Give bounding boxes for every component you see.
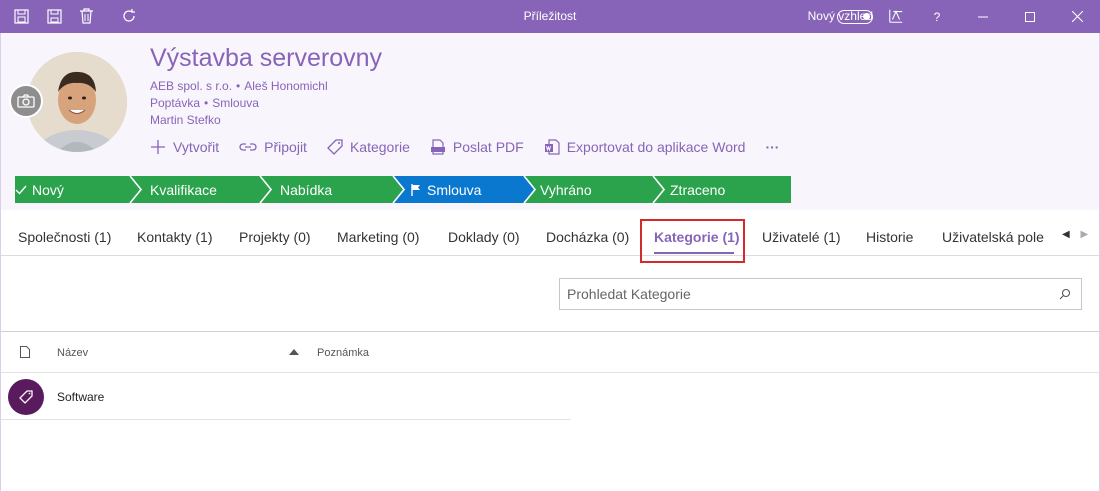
stage-won[interactable]: Vyhráno	[540, 176, 592, 203]
stage-lost[interactable]: Ztraceno	[670, 176, 725, 203]
export-word-label: Exportovat do aplikace Word	[566, 139, 746, 155]
category-label: Kategorie	[349, 139, 410, 155]
column-header-note[interactable]: Poznámka	[317, 347, 369, 359]
record-company-line: AEB spol. s r.o. • Aleš Honomichl	[150, 79, 328, 93]
tab-user-fields[interactable]: Uživatelská pole	[942, 229, 1044, 245]
change-photo-button[interactable]	[9, 84, 43, 118]
table-row[interactable]: Software	[0, 373, 571, 420]
tab-marketing[interactable]: Marketing (0)	[337, 229, 419, 245]
sort-ascending-icon[interactable]	[289, 349, 299, 355]
stage-label: Nabídka	[280, 181, 333, 198]
chevron-left-icon[interactable]: ◀	[1062, 229, 1070, 240]
separator: •	[236, 79, 241, 93]
stage-contract[interactable]: Smlouva	[411, 176, 481, 203]
title-bar: Příležitost Nový vzhled ?	[0, 0, 1100, 33]
tab-projects[interactable]: Projekty (0)	[239, 229, 311, 245]
pdf-icon	[430, 139, 445, 155]
check-icon	[15, 185, 27, 195]
column-header-name[interactable]: Název	[57, 347, 88, 359]
tab-bar: Společnosti (1) Kontakty (1) Projekty (0…	[0, 210, 1100, 256]
separator: •	[204, 96, 209, 110]
stage-label: Nový	[32, 181, 64, 198]
attach-button[interactable]: Připojit	[239, 139, 307, 155]
plus-icon	[151, 140, 165, 154]
stage-bar: Nový Kvalifikace Nabídka Smlouva Vyhráno…	[15, 176, 791, 203]
tag-icon	[19, 390, 33, 404]
tab-documents[interactable]: Doklady (0)	[448, 229, 520, 245]
record-stage-name: Smlouva	[212, 96, 259, 110]
word-icon	[544, 139, 560, 155]
create-label: Vytvořit	[173, 139, 220, 155]
toggle-knob	[863, 13, 870, 20]
create-button[interactable]: Vytvořit	[150, 139, 219, 155]
more-icon: ···	[765, 139, 780, 155]
stage-label: Kvalifikace	[150, 181, 217, 198]
stage-new[interactable]: Nový	[15, 176, 130, 203]
chevron-right-icon[interactable]: ▶	[1080, 229, 1088, 240]
flag-icon	[411, 183, 420, 196]
search-box	[559, 278, 1082, 310]
maximize-button[interactable]	[1007, 0, 1053, 33]
category-row-icon	[8, 379, 44, 415]
export-word-button[interactable]: Exportovat do aplikace Word	[544, 139, 746, 155]
stage-label: Smlouva	[427, 181, 482, 198]
record-owner[interactable]: Martin Stefko	[150, 113, 221, 127]
tab-users[interactable]: Uživatelé (1)	[762, 229, 841, 245]
tab-attendance[interactable]: Docházka (0)	[546, 229, 629, 245]
tab-contacts[interactable]: Kontakty (1)	[137, 229, 212, 245]
attach-label: Připojit	[264, 139, 307, 155]
minimize-button[interactable]	[960, 0, 1006, 33]
more-button[interactable]: ···	[765, 139, 779, 155]
contact-link[interactable]: Aleš Honomichl	[244, 79, 327, 93]
help-button[interactable]: ?	[914, 0, 960, 33]
new-look-toggle[interactable]	[837, 10, 873, 24]
search-icon[interactable]	[1059, 288, 1071, 300]
tag-icon	[327, 139, 343, 155]
send-pdf-button[interactable]: Poslat PDF	[430, 139, 524, 155]
layout-icon[interactable]	[888, 8, 904, 24]
table-top-border	[0, 331, 1100, 332]
document-icon[interactable]	[20, 346, 30, 358]
company-link[interactable]: AEB spol. s r.o.	[150, 79, 232, 93]
category-button[interactable]: Kategorie	[327, 139, 410, 155]
stage-offer[interactable]: Nabídka	[280, 176, 332, 203]
window-border-left	[0, 33, 1, 491]
tab-scroll: ◀ ▶	[1062, 229, 1088, 240]
stage-qualification[interactable]: Kvalifikace	[150, 176, 217, 203]
stage-label: Ztraceno	[670, 181, 726, 198]
record-type-line: Poptávka • Smlouva	[150, 96, 259, 110]
record-header: Výstavba serverovny AEB spol. s r.o. • Ale…	[0, 33, 1100, 210]
tab-history[interactable]: Historie	[866, 229, 913, 245]
record-title: Výstavba serverovny	[150, 44, 383, 72]
camera-icon	[17, 94, 35, 108]
send-pdf-label: Poslat PDF	[452, 139, 524, 155]
search-input[interactable]	[560, 279, 1040, 309]
record-type: Poptávka	[150, 96, 201, 110]
action-bar: Vytvořit Připojit Kategorie Poslat PDF E…	[150, 138, 799, 156]
highlight-box	[640, 219, 745, 263]
close-button[interactable]	[1054, 0, 1100, 33]
link-icon	[239, 143, 257, 151]
category-name: Software	[57, 390, 105, 404]
stage-label: Vyhráno	[540, 181, 592, 198]
tab-companies[interactable]: Společnosti (1)	[18, 229, 111, 245]
